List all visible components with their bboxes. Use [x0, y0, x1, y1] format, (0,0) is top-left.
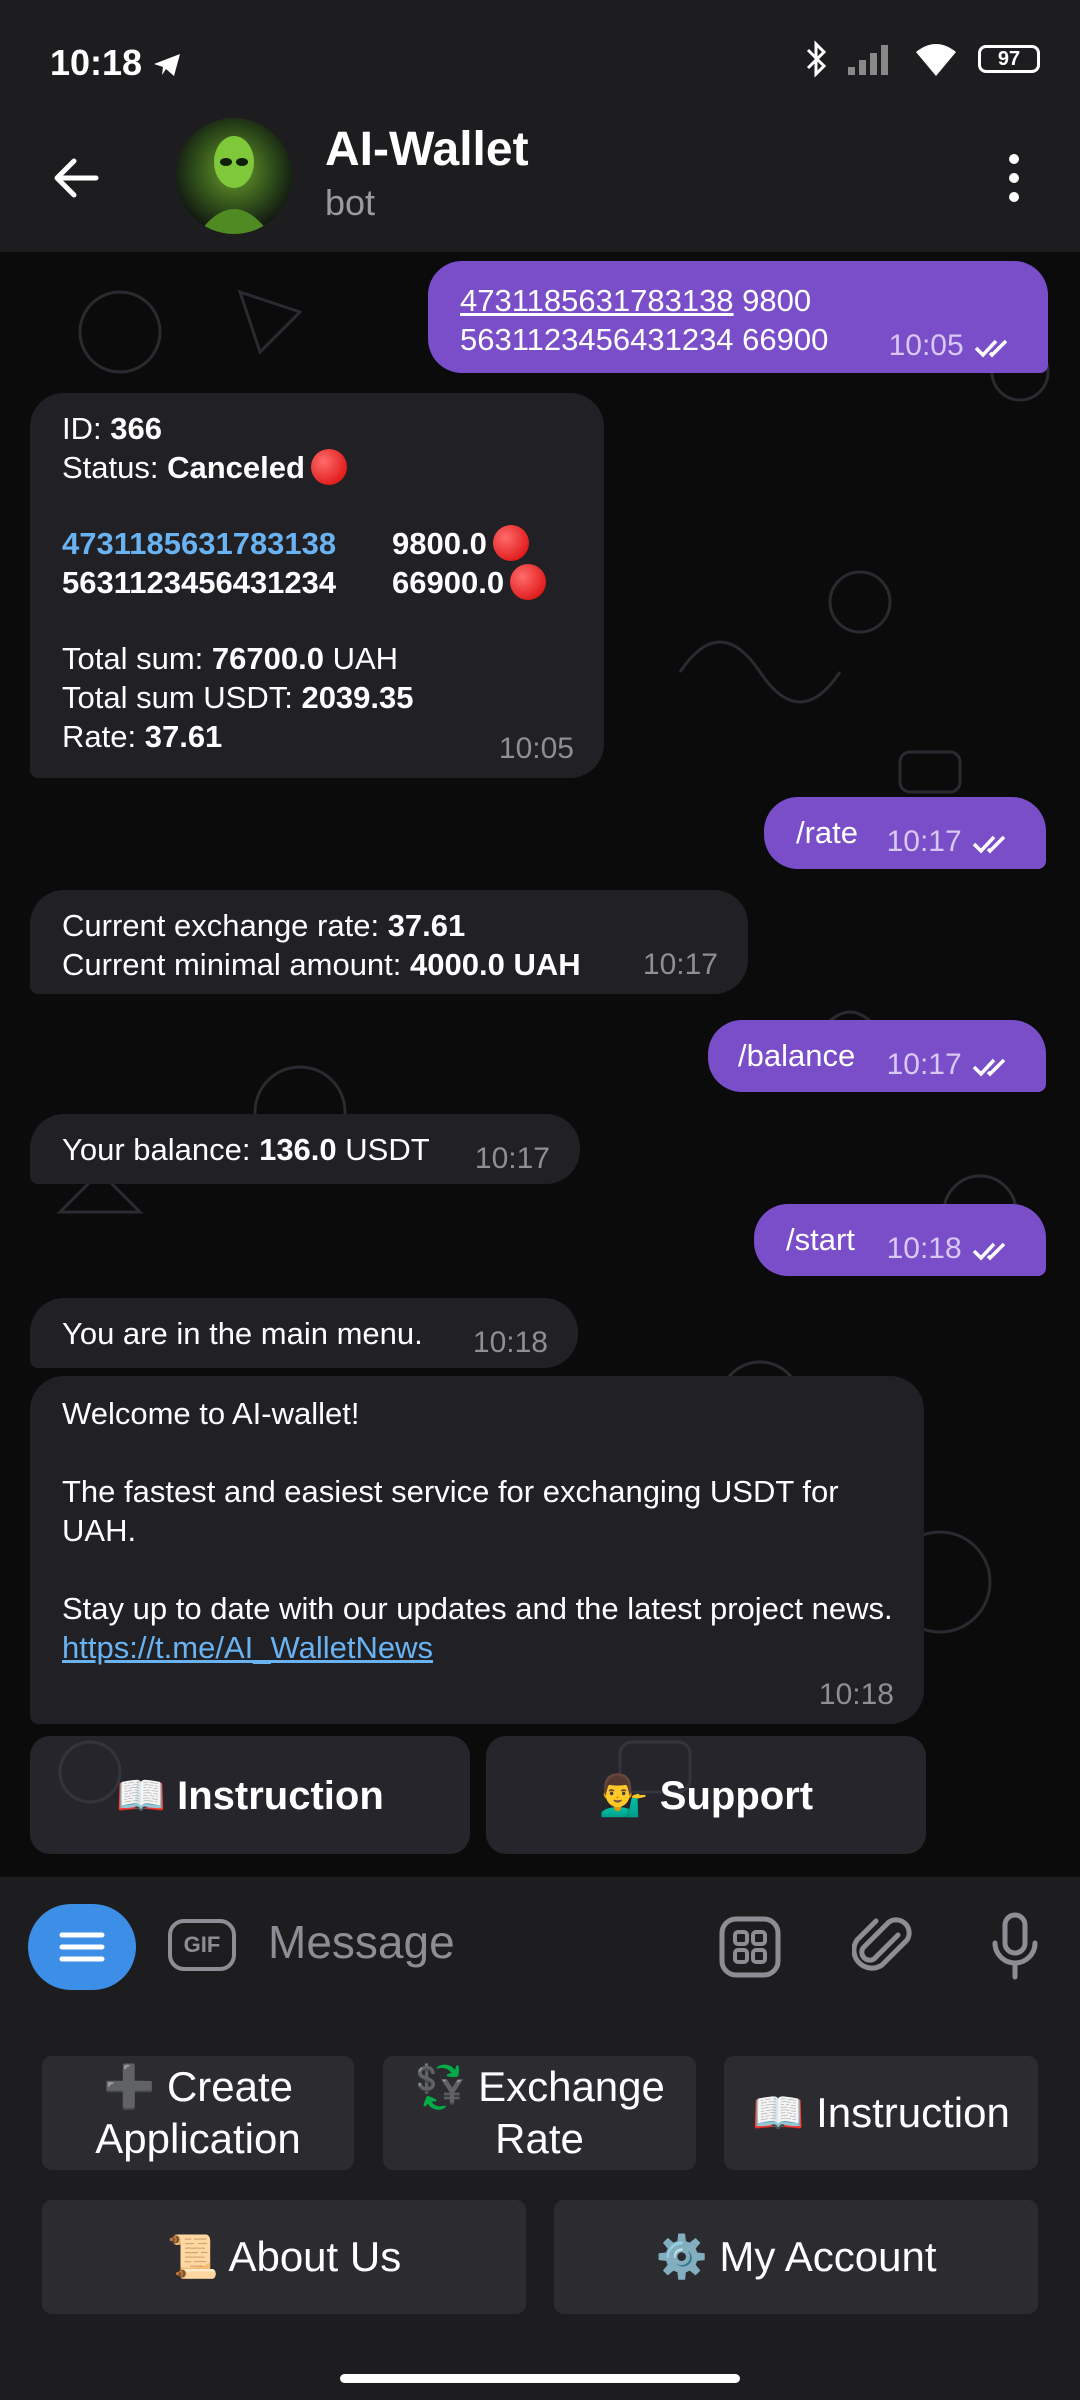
read-ticks-icon [974, 339, 1008, 358]
bot-avatar[interactable] [176, 118, 292, 234]
order-status-message[interactable]: ID: 366 Status: Canceled 473118563178313… [30, 393, 604, 778]
card-number-link[interactable]: 4731185631783138 [460, 283, 734, 318]
inline-instruction-button[interactable]: 📖 Instruction [30, 1736, 470, 1854]
red-circle-icon [510, 564, 547, 600]
status-time: 10:18 [50, 42, 182, 84]
bluetooth-icon [806, 40, 827, 78]
outgoing-message[interactable]: 4731185631783138 9800 5631123456431234 6… [428, 261, 1048, 373]
balance-message[interactable]: Your balance: 136.0 USDT 10:17 [30, 1114, 580, 1184]
bot-keyboard-icon[interactable] [718, 1915, 782, 1979]
red-circle-icon [310, 449, 347, 485]
my-account-button[interactable]: ⚙️ My Account [554, 2200, 1038, 2314]
about-us-button[interactable]: 📜 About Us [42, 2200, 526, 2314]
message-input[interactable]: Message [268, 1915, 455, 1969]
battery-indicator: 97 [978, 45, 1040, 73]
menu-icon [59, 1932, 105, 1962]
attach-icon[interactable] [852, 1913, 916, 1981]
read-ticks-icon [972, 835, 1006, 854]
chat-area[interactable]: 4731185631783138 9800 5631123456431234 6… [0, 252, 1080, 1877]
gif-icon[interactable]: GIF [168, 1919, 236, 1971]
chat-header: AI-Wallet bot [0, 110, 1080, 252]
chat-title[interactable]: AI-Wallet [325, 122, 529, 177]
chat-subtitle: bot [325, 182, 376, 223]
home-indicator[interactable] [340, 2374, 740, 2383]
bot-reply-keyboard: ➕ Create Application 💱 Exchange Rate 📖 Ins… [0, 2017, 1080, 2400]
instruction-button[interactable]: 📖 Instruction [724, 2056, 1038, 2170]
main-menu-message[interactable]: You are in the main menu. 10:18 [30, 1298, 578, 1368]
card-number-link[interactable]: 4731185631783138 [62, 524, 392, 563]
red-circle-icon [492, 525, 529, 561]
outgoing-command-start[interactable]: /start 10:18 [754, 1204, 1046, 1276]
inline-support-button[interactable]: 💁‍♂️ Support [486, 1736, 926, 1854]
more-options-icon[interactable] [996, 150, 1032, 206]
back-arrow-icon[interactable] [50, 152, 102, 204]
telegram-icon [154, 54, 181, 76]
rate-info-message[interactable]: Current exchange rate: 37.61 Current min… [30, 890, 748, 994]
signal-icon [848, 45, 888, 75]
read-ticks-icon [972, 1242, 1006, 1261]
outgoing-command-rate[interactable]: /rate 10:17 [764, 797, 1046, 869]
wifi-icon [916, 44, 956, 76]
outgoing-command-balance[interactable]: /balance 10:17 [708, 1020, 1046, 1092]
exchange-rate-button[interactable]: 💱 Exchange Rate [383, 2056, 696, 2170]
bot-menu-button[interactable] [28, 1904, 136, 1990]
news-channel-link[interactable]: https://t.me/AI_WalletNews [62, 1628, 894, 1667]
read-ticks-icon [972, 1058, 1006, 1077]
welcome-message[interactable]: Welcome to AI-wallet! The fastest and ea… [30, 1376, 924, 1724]
create-application-button[interactable]: ➕ Create Application [42, 2056, 354, 2170]
microphone-icon[interactable] [988, 1911, 1042, 1983]
message-input-bar: GIF Message [0, 1877, 1080, 2017]
